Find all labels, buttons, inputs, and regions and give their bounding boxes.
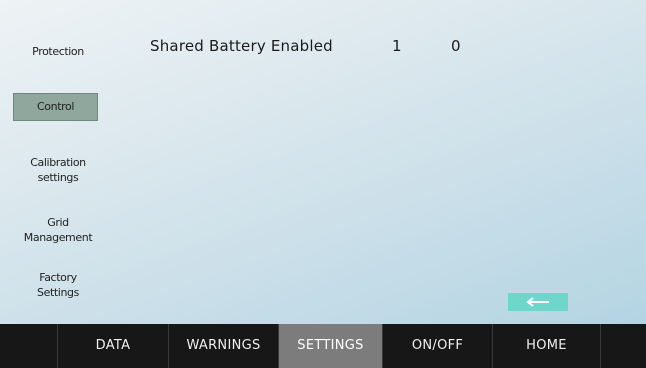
- nav-spacer-left: [0, 324, 58, 368]
- nav-tab-home[interactable]: HOME: [493, 324, 601, 368]
- sidebar-item-calibration-settings[interactable]: Calibration settings: [0, 155, 116, 185]
- nav-tab-on-off[interactable]: ON/OFF: [383, 324, 493, 368]
- sidebar-item-label: Factory: [39, 271, 77, 284]
- nav-tab-warnings[interactable]: WARNINGS: [169, 324, 279, 368]
- screen-area: Protection Control Calibration settings …: [0, 0, 646, 324]
- back-button[interactable]: [508, 293, 568, 311]
- sidebar-item-factory-settings[interactable]: Factory Settings: [0, 270, 116, 300]
- sidebar-item-grid-management[interactable]: Grid Management: [0, 215, 116, 245]
- sidebar-item-label: settings: [37, 171, 79, 184]
- setting-option-1[interactable]: 1: [392, 37, 402, 55]
- sidebar-item-label: Calibration: [30, 156, 86, 169]
- setting-label: Shared Battery Enabled: [150, 37, 333, 55]
- nav-tab-data[interactable]: DATA: [58, 324, 169, 368]
- sidebar-item-label: Management: [23, 231, 93, 244]
- sidebar-item-control[interactable]: Control: [13, 93, 98, 121]
- bottom-nav: DATA WARNINGS SETTINGS ON/OFF HOME: [0, 324, 646, 368]
- nav-spacer-right: [601, 324, 646, 368]
- sidebar-item-label: Settings: [37, 286, 79, 299]
- sidebar-item-protection[interactable]: Protection: [0, 44, 116, 59]
- sidebar-item-label: Grid: [47, 216, 69, 229]
- setting-option-0[interactable]: 0: [451, 37, 461, 55]
- sidebar-item-label: Protection: [32, 45, 84, 58]
- left-arrow-icon: [526, 297, 549, 307]
- sidebar-item-label: Control: [37, 100, 74, 113]
- nav-tab-settings[interactable]: SETTINGS: [279, 324, 383, 368]
